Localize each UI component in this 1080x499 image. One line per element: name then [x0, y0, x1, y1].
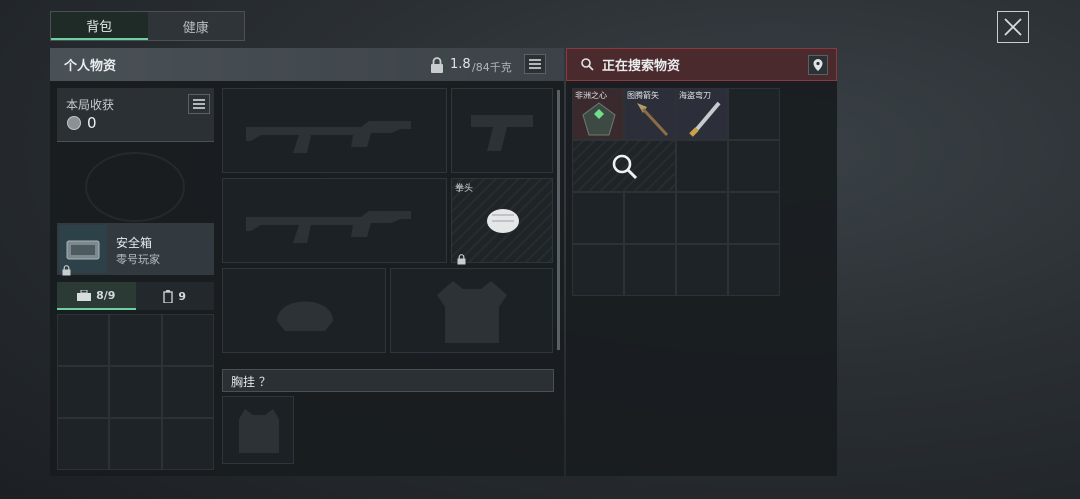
pouch-cell[interactable] [57, 314, 110, 366]
pouch-cell[interactable] [109, 314, 162, 366]
loot-cell[interactable] [572, 192, 624, 244]
secondary-weapon-slot[interactable] [222, 178, 447, 263]
pouch-a-count: 8/9 [96, 288, 116, 302]
canister-icon [163, 289, 174, 303]
personal-header: 个人物资 1.8 /84千克 [50, 48, 564, 81]
pouch-cell[interactable] [161, 314, 214, 366]
loot-cell[interactable] [676, 192, 728, 244]
pouch-cell[interactable] [109, 366, 162, 418]
cutlass-icon [689, 101, 721, 137]
loot-cell[interactable] [728, 244, 780, 296]
lock-icon [62, 261, 71, 280]
loot-grid: 非洲之心 图腾箭矢 海盗弯刀 [572, 88, 780, 296]
loot-item-label: 非洲之心 [575, 91, 607, 100]
loot-cell[interactable] [728, 140, 780, 192]
armor-slot[interactable] [390, 268, 553, 353]
loot-cell[interactable] [676, 244, 728, 296]
toolbox-icon [77, 289, 92, 301]
search-header: 正在搜索物资 [566, 48, 837, 81]
magnifier-icon [612, 154, 638, 180]
location-button[interactable] [808, 55, 828, 75]
scrollbar[interactable] [557, 90, 560, 350]
fist-label: 拳头 [455, 184, 474, 194]
list-icon [193, 99, 205, 109]
coin-icon [67, 116, 81, 130]
tab-backpack[interactable]: 背包 [51, 12, 148, 40]
pouch-tabs: 8/9 9 [57, 282, 214, 310]
pouch-cell[interactable] [161, 366, 214, 418]
loot-cell[interactable] [728, 192, 780, 244]
pouch-grid [57, 314, 214, 470]
lock-icon [457, 250, 466, 269]
harvest-list-button[interactable] [188, 94, 210, 114]
pistol-slot[interactable] [451, 88, 553, 173]
chest-rig-slot[interactable] [222, 396, 294, 464]
safebox-sub: 零号玩家 [116, 253, 160, 266]
safebox-name: 安全箱 [116, 236, 153, 250]
list-icon [529, 59, 541, 69]
location-pin-icon [813, 59, 823, 71]
loot-cell[interactable] [624, 192, 676, 244]
search-title: 正在搜索物资 [602, 59, 681, 74]
chest-rig-header: 胸挂 ？ [222, 369, 554, 392]
search-icon [581, 58, 594, 71]
helmet-slot[interactable] [222, 268, 386, 353]
close-icon [1004, 18, 1022, 36]
loot-cell[interactable] [676, 140, 728, 192]
gem-icon [582, 102, 616, 136]
loot-item[interactable]: 非洲之心 [572, 88, 624, 140]
personal-title: 个人物资 [64, 59, 117, 74]
tab-health[interactable]: 健康 [148, 12, 245, 40]
chest-rig-label: 胸挂 ？ [231, 375, 271, 389]
top-tabs: 背包 健康 [50, 11, 245, 41]
arrow-icon [637, 103, 669, 137]
sort-button[interactable] [524, 54, 546, 74]
harvest-value: 0 [87, 114, 97, 132]
loot-cell[interactable] [572, 244, 624, 296]
pouch-cell[interactable] [57, 366, 110, 418]
rifle-icon [246, 121, 411, 153]
loot-cell[interactable] [728, 88, 780, 140]
harvest-box: 本局收获 0 [57, 88, 214, 142]
helmet-icon [277, 301, 333, 331]
armor-icon [437, 281, 507, 343]
close-button[interactable] [997, 11, 1029, 43]
lock-icon [430, 57, 444, 77]
pouch-cell[interactable] [57, 418, 110, 470]
tab-pouch-b[interactable]: 9 [135, 282, 214, 310]
vest-icon [239, 409, 279, 453]
pouch-b-count: 9 [178, 289, 187, 303]
melee-slot[interactable]: 拳头 [451, 178, 553, 265]
pistol-icon [471, 115, 533, 151]
emblem-watermark [85, 152, 185, 222]
loot-searching-slot[interactable] [572, 140, 676, 192]
pouch-cell[interactable] [161, 418, 214, 470]
safebox-slot[interactable]: 安全箱 零号玩家 [57, 223, 214, 276]
pouch-cell[interactable] [109, 418, 162, 470]
weight-value: 1.8 [450, 57, 471, 72]
loot-item[interactable]: 海盗弯刀 [676, 88, 728, 140]
weight-max: /84千克 [472, 61, 512, 74]
primary-weapon-slot[interactable] [222, 88, 447, 173]
loot-cell[interactable] [624, 244, 676, 296]
tab-pouch-a[interactable]: 8/9 [57, 282, 136, 310]
loot-item[interactable]: 图腾箭矢 [624, 88, 676, 140]
fist-icon [487, 209, 519, 233]
harvest-label: 本局收获 [66, 98, 115, 112]
rifle-icon [246, 211, 411, 243]
